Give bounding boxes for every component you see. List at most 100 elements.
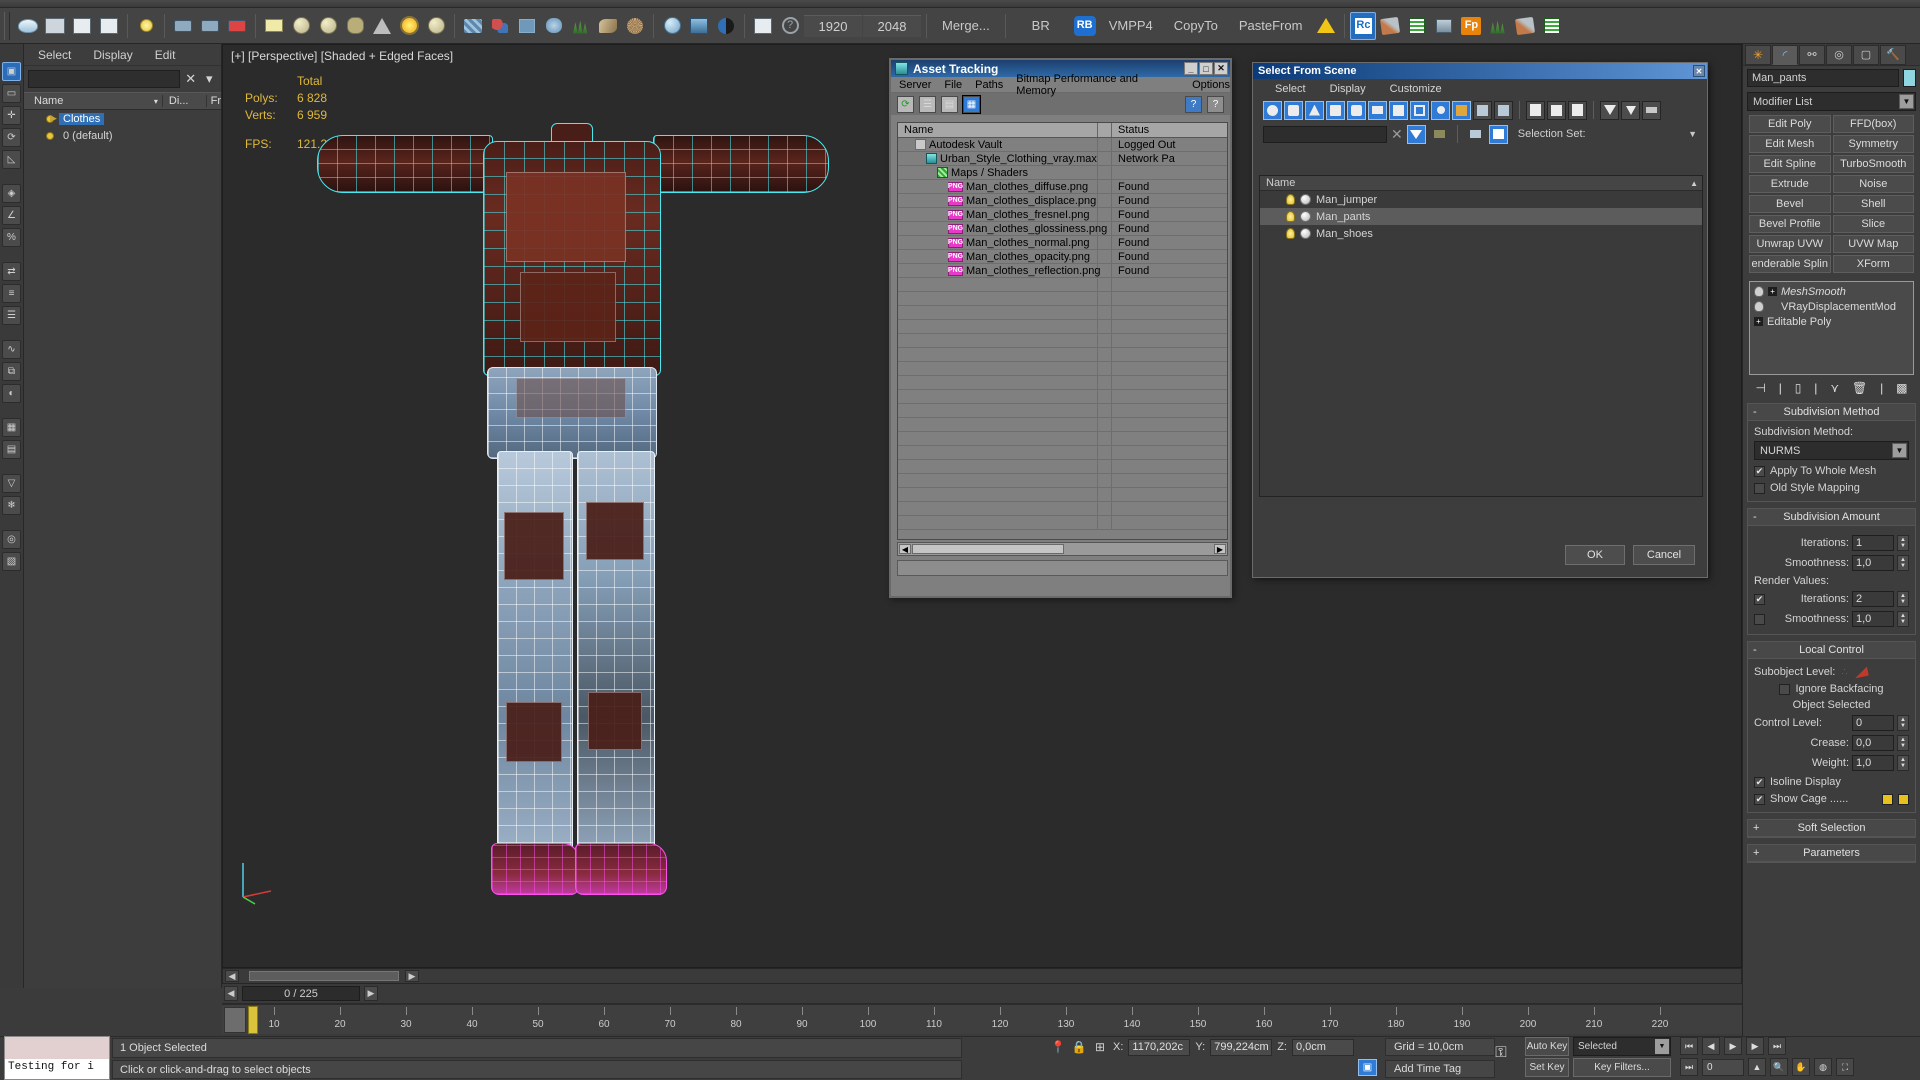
table-row[interactable]: PNG Man_clothes_reflection.png Found	[898, 264, 1227, 278]
key-selection-dropdown[interactable]: Selected ▼	[1573, 1037, 1671, 1056]
render-smoothness-input[interactable]: 1,0	[1852, 611, 1894, 627]
isoline-display-checkbox[interactable]: ✔	[1754, 776, 1765, 788]
render-iterations-spinner[interactable]: ▲ ▼	[1897, 591, 1909, 607]
angle-snap-icon[interactable]: ∠	[2, 206, 21, 225]
asset-column-status[interactable]: Status	[1112, 123, 1227, 137]
isoline-display-row[interactable]: ✔ Isoline Display	[1754, 776, 1909, 788]
spreadsheet-icon[interactable]	[1404, 12, 1430, 40]
rollout-header-local-control[interactable]: - Local Control	[1748, 642, 1915, 659]
sort-icon[interactable]	[1568, 100, 1587, 120]
old-style-mapping-checkbox[interactable]	[1754, 482, 1765, 494]
tools-icon[interactable]	[1377, 12, 1403, 40]
hair-fur-icon[interactable]	[595, 12, 621, 40]
object-indicator-icon[interactable]	[1300, 211, 1311, 222]
filter-bones-icon[interactable]	[1431, 100, 1450, 120]
maxscript-output-pane[interactable]	[5, 1037, 109, 1059]
z-field[interactable]: 0,0cm	[1291, 1038, 1354, 1056]
box-primitive-icon[interactable]	[261, 12, 287, 40]
layer-icon[interactable]	[1431, 12, 1457, 40]
close-icon[interactable]: ✕	[1693, 65, 1705, 77]
expand-icon[interactable]: +	[1768, 287, 1777, 296]
filter-toggle-icon[interactable]	[1406, 124, 1426, 144]
sort-caret-icon[interactable]: ▲	[1690, 179, 1698, 188]
fp-icon[interactable]: Fp	[1458, 12, 1484, 40]
modifier-button-ffd-box[interactable]: FFD(box)	[1832, 115, 1914, 133]
particles-icon[interactable]	[487, 12, 513, 40]
render-height-field[interactable]: 2048	[863, 14, 921, 37]
asset-column-name[interactable]: Name	[898, 123, 1098, 137]
go-to-start-icon[interactable]: ⏮	[1680, 1037, 1698, 1055]
expand-icon[interactable]: +	[1753, 847, 1759, 859]
modifier-button-noise[interactable]: Noise	[1832, 175, 1914, 193]
maxscript-input-pane[interactable]: Testing for i	[5, 1059, 109, 1079]
collapse-icon[interactable]: -	[1753, 511, 1757, 523]
filter-xrefs-icon[interactable]	[1410, 100, 1429, 120]
timeline-track[interactable]: 10 20 30 40 50 60 70 80 90 100 110 120 130 140 150 160 1…	[222, 1005, 1742, 1035]
maxscript-mini-listener[interactable]: Testing for i	[4, 1036, 110, 1080]
ok-button[interactable]: OK	[1565, 545, 1625, 565]
filter-spacewarps-icon[interactable]	[1368, 100, 1387, 120]
expand-icon[interactable]: +	[1754, 317, 1763, 326]
grass-icon[interactable]	[568, 12, 594, 40]
filter-hidden-icon[interactable]	[1494, 100, 1513, 120]
unhide-icon[interactable]: ▽	[2, 474, 21, 493]
vray-sphere-icon[interactable]	[659, 12, 685, 40]
clear-filter-icon[interactable]: ✕	[1391, 126, 1403, 143]
search-options-icon[interactable]: ▾	[202, 71, 218, 87]
modifier-button-symmetry[interactable]: Symmetry	[1832, 135, 1914, 153]
viewport-label[interactable]: [+] [Perspective] [Shaded + Edged Faces]	[231, 49, 453, 63]
show-cage-row[interactable]: ✔ Show Cage ......	[1754, 793, 1909, 805]
modifier-button-extrude[interactable]: Extrude	[1749, 175, 1831, 193]
key-filters-button[interactable]: Key Filters...	[1573, 1058, 1671, 1077]
previous-frame-icon[interactable]: ◀	[1702, 1037, 1720, 1055]
snap-icon[interactable]: ◈	[2, 184, 21, 203]
old-style-mapping-row[interactable]: Old Style Mapping	[1754, 482, 1909, 494]
asset-menu-paths[interactable]: Paths	[975, 79, 1003, 91]
modifier-button-edit-mesh[interactable]: Edit Mesh	[1749, 135, 1831, 153]
rollout-header-subdivision-method[interactable]: - Subdivision Method	[1748, 404, 1915, 421]
light-indicator-icon[interactable]	[1286, 194, 1295, 205]
material-editor-icon[interactable]	[42, 12, 68, 40]
modifier-button-edit-poly[interactable]: Edit Poly	[1749, 115, 1831, 133]
rollout-header-parameters[interactable]: + Parameters	[1748, 845, 1915, 862]
name-filter-input[interactable]	[1263, 125, 1387, 143]
tab-utilities[interactable]: 🔨	[1880, 44, 1906, 65]
sfs-menu-display[interactable]: Display	[1330, 83, 1366, 95]
scrollbar-thumb[interactable]	[249, 971, 399, 981]
cancel-button[interactable]: Cancel	[1633, 545, 1695, 565]
frame-display[interactable]: 0 / 225	[242, 986, 360, 1001]
frame-prev-icon[interactable]: ◀	[224, 986, 238, 1001]
scroll-left-icon[interactable]: ◀	[899, 544, 911, 554]
tab-hierarchy[interactable]: ⚯	[1799, 44, 1825, 65]
clear-search-icon[interactable]: ✕	[183, 71, 199, 87]
tab-modify[interactable]: ◜	[1772, 44, 1798, 65]
object-color-swatch[interactable]	[1903, 69, 1916, 87]
material-icon[interactable]: ◐	[2, 384, 21, 403]
array-icon[interactable]	[460, 12, 486, 40]
object-indicator-icon[interactable]	[1300, 194, 1311, 205]
table-row[interactable]: Maps / Shaders	[898, 166, 1227, 180]
camera-icon[interactable]	[170, 12, 196, 40]
rb-icon[interactable]: RB	[1072, 12, 1098, 40]
expand-icon[interactable]	[1768, 302, 1777, 311]
asset-menu-file[interactable]: File	[944, 79, 962, 91]
apply-to-whole-mesh-row[interactable]: ✔ Apply To Whole Mesh	[1754, 465, 1909, 477]
filter-containers-icon[interactable]	[1452, 100, 1471, 120]
align-icon[interactable]: ≡	[2, 284, 21, 303]
modifier-button-unwrap-uvw[interactable]: Unwrap UVW	[1749, 235, 1831, 253]
mirror-icon[interactable]: ⇄	[2, 262, 21, 281]
show-end-result-icon[interactable]: ▯	[1795, 381, 1802, 395]
layers-icon[interactable]	[1466, 125, 1485, 144]
modifier-enable-icon[interactable]	[1754, 301, 1764, 312]
filter-settings-icon[interactable]	[1621, 100, 1640, 120]
selection-set-icon[interactable]	[1488, 124, 1508, 144]
control-level-input[interactable]: 0	[1852, 715, 1894, 731]
set-key-button[interactable]: Set Key	[1525, 1058, 1569, 1077]
asset-menu-bitmap-performance[interactable]: Bitmap Performance and Memory	[1016, 73, 1179, 97]
iterations-spinner[interactable]: ▲ ▼	[1897, 535, 1909, 551]
rollout-header-subdivision-amount[interactable]: - Subdivision Amount	[1748, 509, 1915, 526]
key-mode-icon[interactable]: ⚿	[1482, 1040, 1520, 1064]
render-production-icon[interactable]	[224, 12, 250, 40]
grid-view-icon[interactable]: ▦	[962, 94, 981, 114]
select-object-icon[interactable]: ▣	[2, 62, 21, 81]
